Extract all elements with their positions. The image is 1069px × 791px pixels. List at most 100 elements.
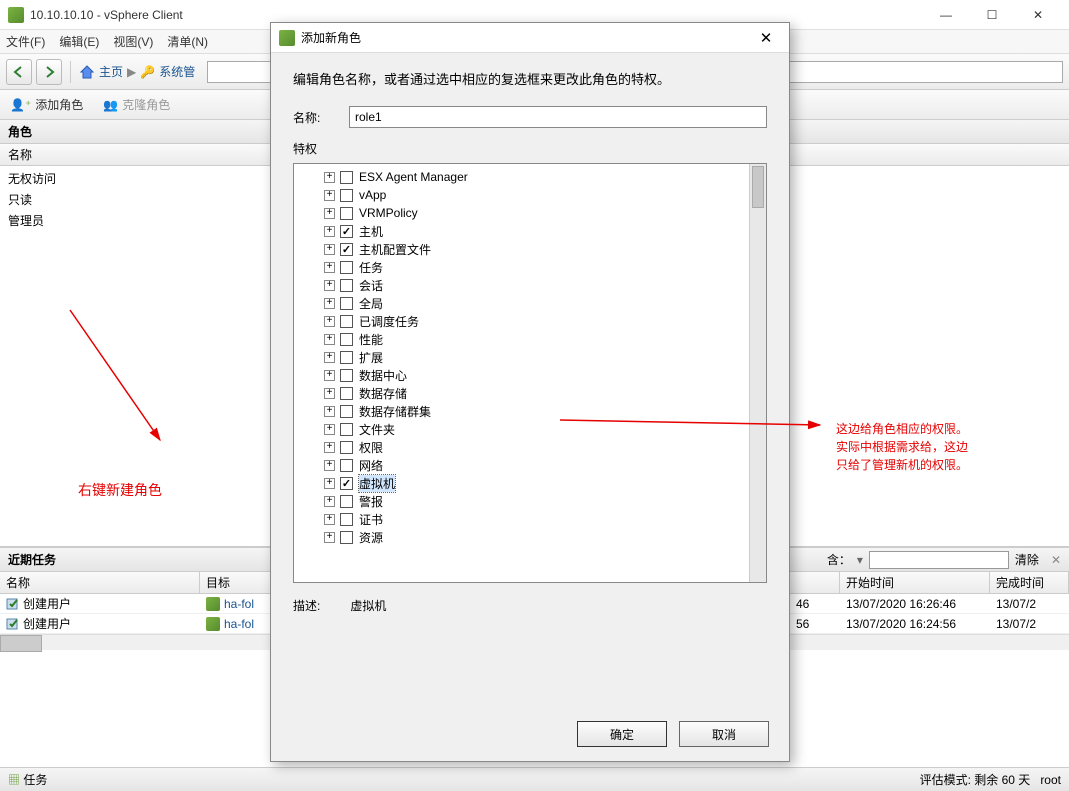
checkbox[interactable] xyxy=(340,297,353,310)
checkbox[interactable] xyxy=(340,495,353,508)
tree-node[interactable]: +数据存储 xyxy=(296,384,764,402)
add-role-dialog: 添加新角色 ✕ 编辑角色名称，或者通过选中相应的复选框来更改此角色的特权。 名称… xyxy=(270,22,790,762)
expand-icon[interactable]: + xyxy=(324,190,335,201)
checkbox[interactable] xyxy=(340,333,353,346)
expand-icon[interactable]: + xyxy=(324,424,335,435)
expand-icon[interactable]: + xyxy=(324,208,335,219)
expand-icon[interactable]: + xyxy=(324,262,335,273)
cancel-button[interactable]: 取消 xyxy=(679,721,769,747)
tree-node[interactable]: + 数据中心 xyxy=(296,366,764,384)
tree-node[interactable]: + 数据存储群集 xyxy=(296,402,764,420)
home-icon[interactable] xyxy=(79,64,95,80)
tree-node[interactable]: +文件夹 xyxy=(296,420,764,438)
expand-icon[interactable]: + xyxy=(324,442,335,453)
clone-icon: 👥 xyxy=(103,98,118,112)
tree-node[interactable]: +警报 xyxy=(296,492,764,510)
checkbox[interactable] xyxy=(340,207,353,220)
expand-icon[interactable]: + xyxy=(324,370,335,381)
checkbox[interactable] xyxy=(340,261,353,274)
expand-icon[interactable]: + xyxy=(324,532,335,543)
checkbox[interactable] xyxy=(340,171,353,184)
checkbox[interactable] xyxy=(340,531,353,544)
tree-node[interactable]: + 已调度任务 xyxy=(296,312,764,330)
tree-node[interactable]: +VRMPolicy xyxy=(296,204,764,222)
tree-node[interactable]: +证书 xyxy=(296,510,764,528)
tree-node[interactable]: +扩展 xyxy=(296,348,764,366)
checkbox[interactable] xyxy=(340,315,353,328)
tree-label: 数据中心 xyxy=(359,367,407,384)
tree-node[interactable]: +性能 xyxy=(296,330,764,348)
checkbox[interactable] xyxy=(340,189,353,202)
checkbox[interactable] xyxy=(340,369,353,382)
checkbox[interactable] xyxy=(340,423,353,436)
tree-scrollbar[interactable] xyxy=(749,164,766,582)
tree-label: 网络 xyxy=(359,457,383,474)
arrow-left-icon xyxy=(12,65,26,79)
expand-icon[interactable]: + xyxy=(324,460,335,471)
tree-label: 全局 xyxy=(359,295,383,312)
ok-button[interactable]: 确定 xyxy=(577,721,667,747)
tree-node[interactable]: +任务 xyxy=(296,258,764,276)
expand-icon[interactable]: + xyxy=(324,478,335,489)
tree-node[interactable]: +虚拟机 xyxy=(296,474,764,492)
minimize-button[interactable]: — xyxy=(923,0,969,30)
maximize-button[interactable]: ☐ xyxy=(969,0,1015,30)
menu-view[interactable]: 视图(V) xyxy=(113,33,153,50)
checkbox[interactable] xyxy=(340,513,353,526)
expand-icon[interactable]: + xyxy=(324,172,335,183)
checkbox[interactable] xyxy=(340,405,353,418)
checkbox[interactable] xyxy=(340,477,353,490)
col-name[interactable]: 名称 xyxy=(0,572,200,593)
col-start[interactable]: 开始时间 xyxy=(840,572,990,593)
tree-node[interactable]: +vApp xyxy=(296,186,764,204)
expand-icon[interactable]: + xyxy=(324,388,335,399)
tree-node[interactable]: + 权限 xyxy=(296,438,764,456)
expand-icon[interactable]: + xyxy=(324,298,335,309)
expand-icon[interactable]: + xyxy=(324,244,335,255)
tree-node[interactable]: +主机 xyxy=(296,222,764,240)
desc-value: 虚拟机 xyxy=(350,597,386,614)
window-title: 10.10.10.10 - vSphere Client xyxy=(30,8,923,22)
tree-label: 权限 xyxy=(359,439,383,456)
nav-home[interactable]: 主页 xyxy=(99,63,123,80)
clone-role-button[interactable]: 👥 克隆角色 xyxy=(103,96,170,113)
expand-icon[interactable]: + xyxy=(324,226,335,237)
tree-node[interactable]: +主机配置文件 xyxy=(296,240,764,258)
expand-icon[interactable]: + xyxy=(324,514,335,525)
tree-node[interactable]: + 全局 xyxy=(296,294,764,312)
checkbox[interactable] xyxy=(340,459,353,472)
expand-icon[interactable]: + xyxy=(324,334,335,345)
checkbox[interactable] xyxy=(340,225,353,238)
expand-icon[interactable]: + xyxy=(324,316,335,327)
expand-icon[interactable]: + xyxy=(324,352,335,363)
tree-node[interactable]: +会话 xyxy=(296,276,764,294)
forward-button[interactable] xyxy=(36,59,62,85)
back-button[interactable] xyxy=(6,59,32,85)
expand-icon[interactable]: + xyxy=(324,280,335,291)
tasks-status-icon: ▦ xyxy=(8,773,20,787)
tree-label: 数据存储群集 xyxy=(359,403,431,420)
dialog-close-button[interactable]: ✕ xyxy=(751,29,781,47)
role-name-input[interactable] xyxy=(349,106,767,128)
tree-node[interactable]: +资源 xyxy=(296,528,764,546)
checkbox[interactable] xyxy=(340,387,353,400)
nav-sysmgmt[interactable]: 系统管 xyxy=(159,63,195,80)
close-button[interactable]: ✕ xyxy=(1015,0,1061,30)
checkbox[interactable] xyxy=(340,441,353,454)
menu-edit[interactable]: 编辑(E) xyxy=(59,33,99,50)
expand-icon[interactable]: + xyxy=(324,406,335,417)
checkbox[interactable] xyxy=(340,243,353,256)
clear-button[interactable]: 清除 xyxy=(1015,551,1039,568)
close-tasks-icon[interactable]: ✕ xyxy=(1051,553,1061,567)
col-end[interactable]: 完成时间 xyxy=(990,572,1069,593)
tree-node[interactable]: + 网络 xyxy=(296,456,764,474)
menu-inventory[interactable]: 清单(N) xyxy=(167,33,208,50)
checkbox[interactable] xyxy=(340,351,353,364)
tree-label: 已调度任务 xyxy=(359,313,419,330)
menu-file[interactable]: 文件(F) xyxy=(6,33,45,50)
tree-node[interactable]: +ESX Agent Manager xyxy=(296,168,764,186)
filter-input[interactable] xyxy=(869,551,1009,569)
checkbox[interactable] xyxy=(340,279,353,292)
add-role-button[interactable]: 👤⁺ 添加角色 xyxy=(10,96,83,113)
expand-icon[interactable]: + xyxy=(324,496,335,507)
